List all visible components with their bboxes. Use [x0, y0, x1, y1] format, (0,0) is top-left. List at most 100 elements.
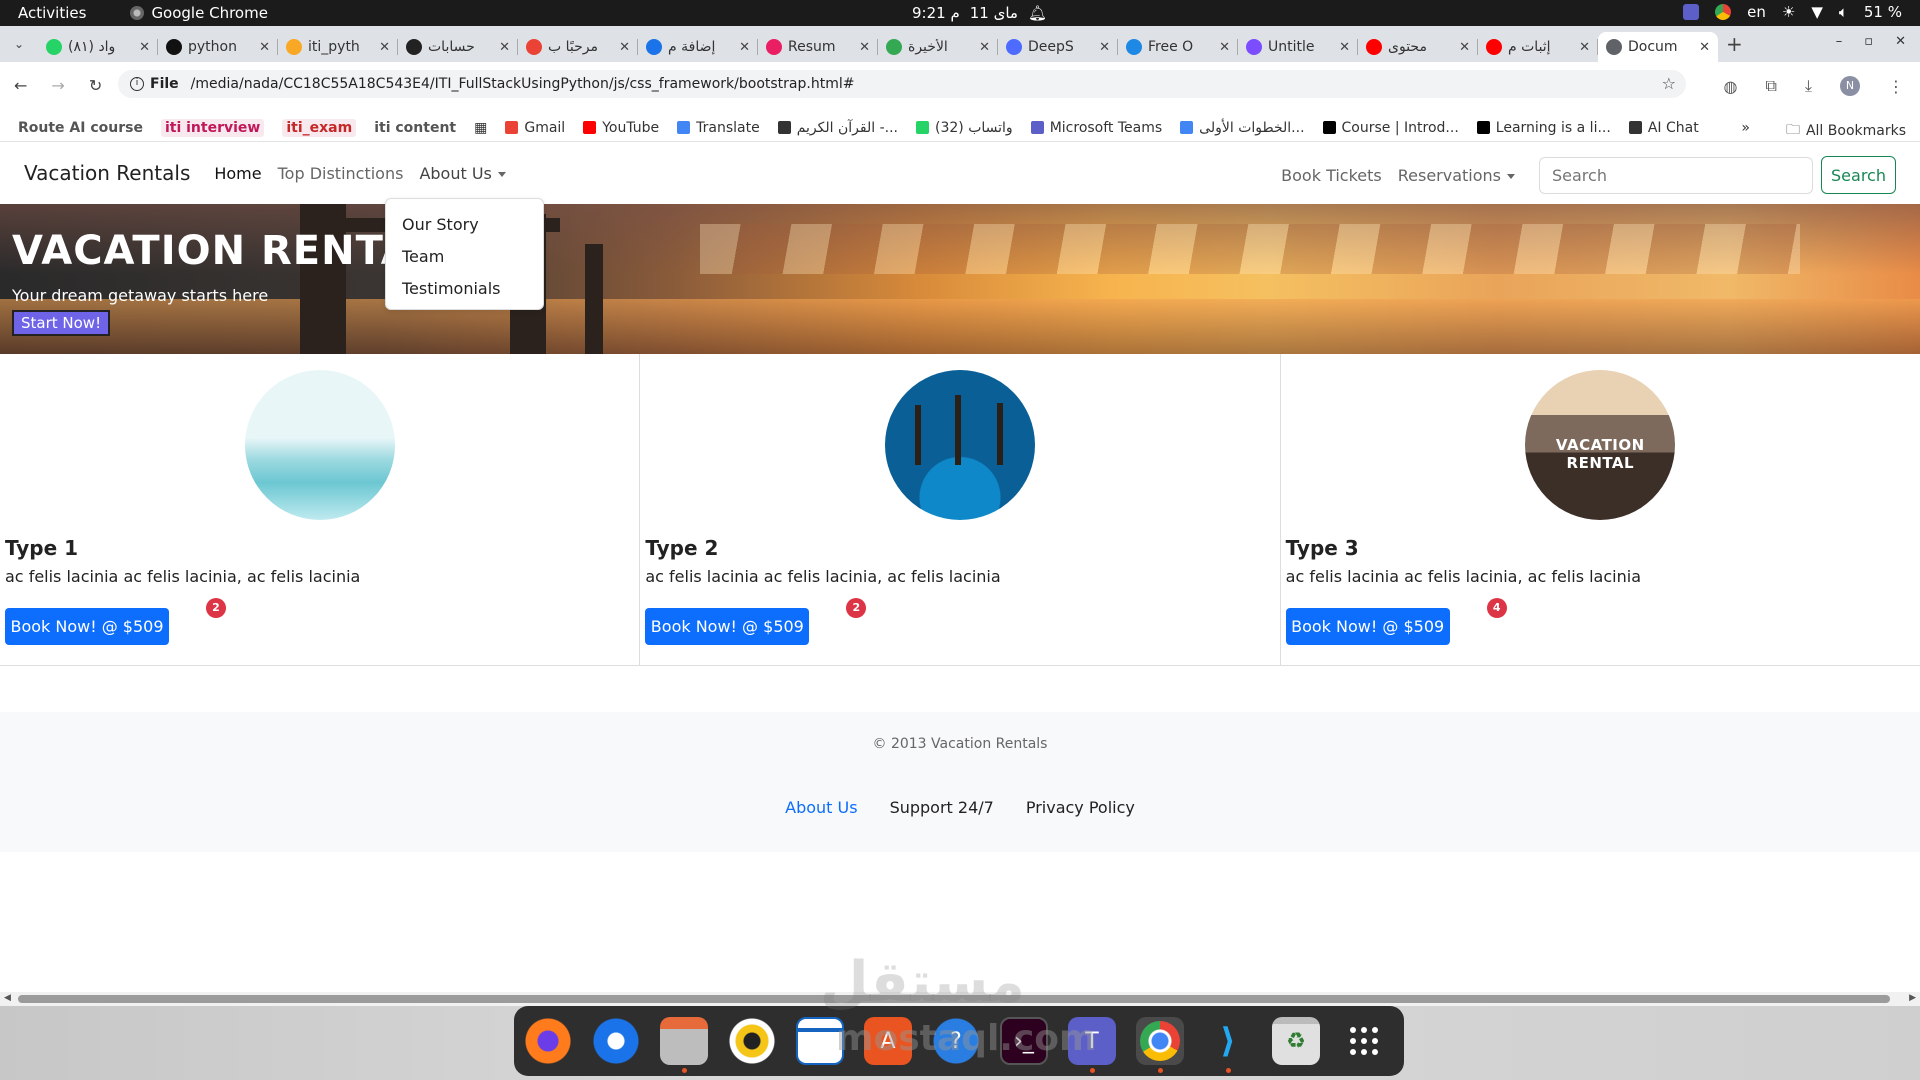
tab-close-icon[interactable]: ✕: [1339, 40, 1350, 55]
tab-close-icon[interactable]: ✕: [1459, 40, 1470, 55]
tab-close-icon[interactable]: ✕: [739, 40, 750, 55]
bookmark-item[interactable]: iti interview: [160, 118, 265, 137]
activities-button[interactable]: Activities: [18, 4, 86, 22]
files-icon[interactable]: [660, 1017, 708, 1073]
footer-link-support[interactable]: Support 24/7: [890, 798, 994, 817]
thunderbird-icon[interactable]: [592, 1017, 640, 1065]
bookmark-star-icon[interactable]: ☆: [1662, 74, 1676, 93]
start-now-button[interactable]: Start Now!: [12, 310, 111, 336]
dropdown-testimonials[interactable]: Testimonials: [386, 273, 543, 305]
browser-tab[interactable]: python ✕: [158, 32, 278, 62]
footer-link-privacy[interactable]: Privacy Policy: [1026, 798, 1135, 817]
bookmark-favicon-icon: [1476, 121, 1490, 134]
search-button[interactable]: Search: [1821, 156, 1896, 194]
browser-tab[interactable]: إضافة م ✕: [638, 32, 758, 62]
bookmark-item[interactable]: القرآن الكريم -...: [777, 120, 898, 136]
tab-close-icon[interactable]: ✕: [139, 40, 150, 55]
back-icon[interactable]: ←: [14, 76, 27, 95]
book-now-button[interactable]: Book Now! @ $509: [1285, 608, 1450, 645]
url-text[interactable]: /media/nada/CC18C55A18C543E4/ITI_FullSta…: [191, 76, 855, 92]
translate-icon[interactable]: ◍: [1724, 77, 1738, 96]
download-icon[interactable]: ⤓: [1805, 76, 1812, 96]
dropdown-team[interactable]: Team: [386, 241, 543, 273]
bookmark-item[interactable]: Gmail: [505, 120, 565, 136]
footer-link-about[interactable]: About Us: [785, 798, 857, 817]
profile-avatar[interactable]: N: [1840, 76, 1860, 96]
tab-close-icon[interactable]: ✕: [259, 40, 270, 55]
trash-icon[interactable]: ♻: [1272, 1017, 1320, 1065]
nav-about-us[interactable]: About Us: [419, 164, 506, 183]
bookmark-item[interactable]: Microsoft Teams: [1030, 120, 1162, 136]
forward-icon[interactable]: →: [51, 76, 64, 95]
nav-book-tickets[interactable]: Book Tickets: [1281, 166, 1382, 185]
bookmark-item[interactable]: Learning is a li...: [1476, 120, 1611, 136]
tab-close-icon[interactable]: ✕: [859, 40, 870, 55]
card-text: ac felis lacinia ac felis lacinia, ac fe…: [1285, 567, 1641, 586]
browser-tab[interactable]: حسابات ✕: [398, 32, 518, 62]
bookmark-item[interactable]: iti content: [374, 120, 456, 136]
extensions-icon[interactable]: ⧉: [1765, 76, 1776, 96]
bookmark-item[interactable]: YouTube: [583, 120, 659, 136]
tab-close-icon[interactable]: ✕: [979, 40, 990, 55]
browser-toolbar: ← → ↻ i File /media/nada/CC18C55A18C543E…: [0, 62, 1920, 118]
chrome-dock-icon[interactable]: [1136, 1017, 1184, 1073]
tab-search-icon[interactable]: ⌄: [0, 37, 38, 51]
browser-tab[interactable]: إثبات م ✕: [1478, 32, 1598, 62]
tab-close-icon[interactable]: ✕: [1219, 40, 1230, 55]
all-bookmarks[interactable]: 🗀 All Bookmarks: [1786, 119, 1906, 143]
tab-close-icon[interactable]: ✕: [379, 40, 390, 55]
clock[interactable]: 9:21 م 11 مای 🔔︎: [912, 4, 1047, 22]
browser-tab[interactable]: Resum ✕: [758, 32, 878, 62]
palm-tree: [954, 395, 961, 465]
site-info-icon[interactable]: i: [130, 77, 144, 91]
site-brand[interactable]: Vacation Rentals: [24, 161, 190, 185]
bookmark-item[interactable]: AI Chat: [1628, 120, 1699, 136]
browser-tab[interactable]: Untitle ✕: [1238, 32, 1358, 62]
nav-reservations[interactable]: Reservations: [1398, 166, 1515, 185]
tab-close-icon[interactable]: ✕: [1099, 40, 1110, 55]
bookmark-item[interactable]: Route AI course: [18, 120, 143, 136]
browser-tab[interactable]: Docum ✕: [1598, 32, 1718, 62]
minimize-icon[interactable]: –: [1836, 34, 1843, 49]
search-input[interactable]: [1539, 156, 1813, 194]
browser-tab[interactable]: مرحبًا ب ✕: [518, 32, 638, 62]
nav-top-distinctions[interactable]: Top Distinctions: [278, 164, 404, 183]
tab-favicon-icon: [46, 39, 62, 55]
more-bookmarks-icon[interactable]: »: [1741, 120, 1750, 136]
browser-tab[interactable]: iti_pyth ✕: [278, 32, 398, 62]
bookmark-item[interactable]: الخطوات الأولى...: [1180, 120, 1305, 136]
browser-tab[interactable]: محتوى ✕: [1358, 32, 1478, 62]
tab-close-icon[interactable]: ✕: [619, 40, 630, 55]
bookmark-item[interactable]: واتساب (32): [916, 120, 1013, 136]
menu-kebab-icon[interactable]: ⋮: [1888, 77, 1904, 96]
nav-home[interactable]: Home: [214, 164, 261, 183]
book-now-button[interactable]: Book Now! @ $509: [5, 608, 169, 645]
reload-icon[interactable]: ↻: [89, 76, 102, 95]
scroll-right-icon[interactable]: ▶: [1909, 993, 1916, 1003]
address-bar[interactable]: i File /media/nada/CC18C55A18C543E4/ITI_…: [118, 70, 1686, 98]
browser-tab[interactable]: DeepS ✕: [998, 32, 1118, 62]
tab-close-icon[interactable]: ✕: [499, 40, 510, 55]
bookmark-item[interactable]: iti_exam: [282, 118, 357, 137]
palm-tree: [996, 403, 1003, 465]
maximize-icon[interactable]: ▫: [1864, 34, 1873, 49]
book-now-button[interactable]: Book Now! @ $509: [645, 608, 810, 645]
tab-close-icon[interactable]: ✕: [1579, 40, 1590, 55]
tab-close-icon[interactable]: ✕: [1699, 40, 1710, 55]
system-tray[interactable]: en ☀ ▼ 🔈︎ 51 %: [1683, 3, 1902, 21]
rhythmbox-icon[interactable]: [728, 1017, 776, 1065]
app-menu[interactable]: Google Chrome: [130, 4, 268, 22]
vscode-icon[interactable]: ⟩: [1204, 1017, 1252, 1073]
bookmark-item[interactable]: Translate: [677, 120, 760, 136]
close-window-icon[interactable]: ✕: [1895, 34, 1906, 49]
browser-tab[interactable]: Free O ✕: [1118, 32, 1238, 62]
browser-tab[interactable]: (٨١) واد ✕: [38, 32, 158, 62]
browser-tab[interactable]: الأخيرة ✕: [878, 32, 998, 62]
bookmark-item[interactable]: Course | Introd...: [1322, 120, 1459, 136]
new-tab-icon[interactable]: +: [1726, 32, 1743, 56]
dropdown-our-story[interactable]: Our Story: [386, 209, 543, 241]
firefox-icon[interactable]: [524, 1017, 572, 1065]
scroll-left-icon[interactable]: ◀: [4, 993, 11, 1003]
show-apps-icon[interactable]: [1340, 1017, 1388, 1065]
apps-grid-icon[interactable]: ▦: [474, 120, 487, 136]
